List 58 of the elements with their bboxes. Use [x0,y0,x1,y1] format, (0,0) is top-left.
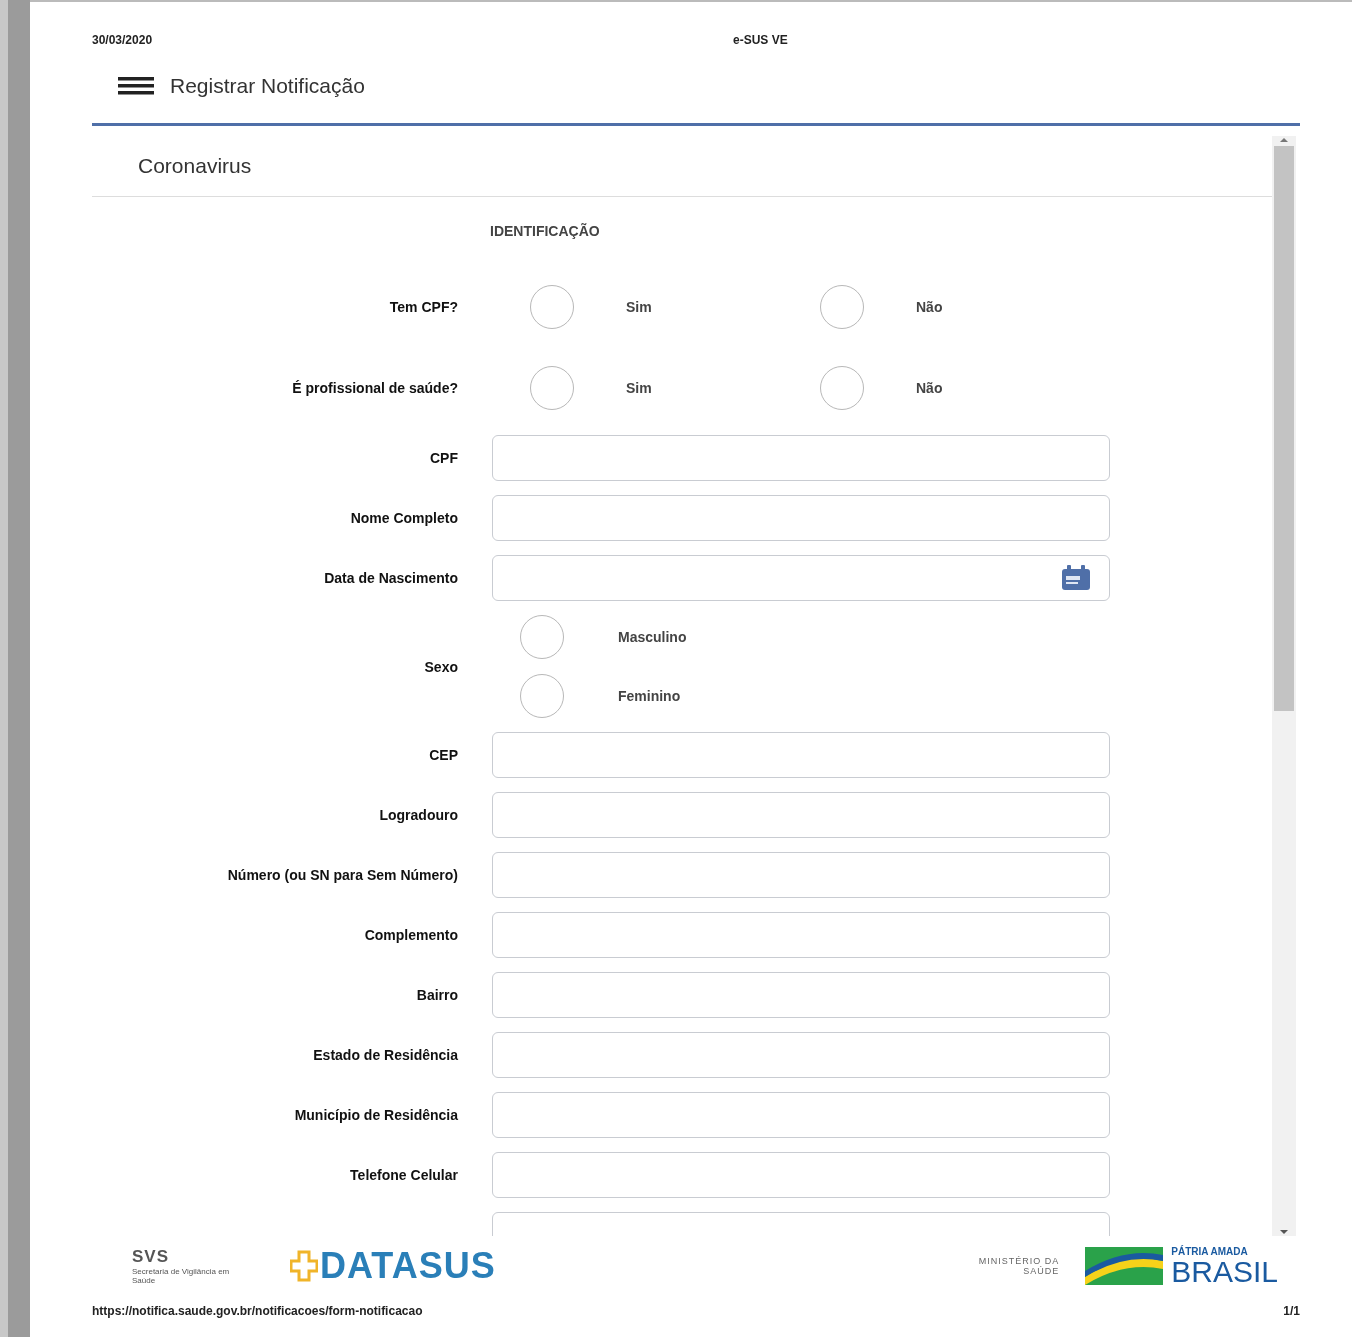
field-label: Data de Nascimento [324,570,458,586]
date-field[interactable] [492,555,1110,601]
brasil-logo: BRASIL [1171,1256,1278,1287]
field-label: Logradouro [379,807,458,823]
field-label: Município de Residência [294,1107,458,1123]
menu-icon[interactable] [118,76,154,95]
cross-icon [290,1250,318,1282]
input-field[interactable] [492,1152,1110,1198]
input-field[interactable] [492,972,1110,1018]
option-label: Não [916,379,943,396]
input-field[interactable] [492,912,1110,958]
radio-button[interactable] [520,674,564,718]
input-field[interactable] [492,852,1110,898]
field-label: Nome Completo [350,510,458,526]
app-bar-title: Registrar Notificação [170,73,365,98]
field-label: Bairro [416,987,458,1003]
field-label: Tem CPF? [389,298,458,315]
input-field[interactable] [492,792,1110,838]
page-title: e-SUS VE [733,33,789,47]
input-field[interactable] [492,732,1110,778]
calendar-icon[interactable] [1061,565,1091,591]
scroll-down-icon[interactable] [1279,1228,1289,1236]
option-label: Feminino [618,688,681,704]
ministry-name: SAÚDE [1023,1266,1060,1276]
scrollbar[interactable] [1272,136,1296,1236]
option-label: Masculino [618,629,687,645]
input-field[interactable] [492,1092,1110,1138]
field-label: Sexo [424,658,458,675]
field-label: Número (ou SN para Sem Número) [227,867,458,883]
flag-icon [1085,1247,1164,1285]
input-field[interactable] [492,1032,1110,1078]
field-label: CPF [430,450,458,466]
section-heading: IDENTIFICAÇÃO [490,222,601,241]
field-label: Complemento [364,927,458,943]
radio-button[interactable] [820,365,864,410]
datasus-logo: DATASUS [320,1245,496,1287]
field-label: É profissional de saúde? [292,379,458,396]
option-label: Sim [626,379,652,396]
option-label: Sim [626,298,652,315]
input-field[interactable] [492,435,1110,481]
field-label: Telefone Celular [350,1167,458,1183]
field-label: CEP [429,747,458,763]
radio-button[interactable] [520,615,564,659]
brasil-motto: PÁTRIA AMADA [1171,1245,1249,1257]
page-number: 1/1 [1283,1304,1300,1318]
svs-name: Secretaria de Vigilância em Saúde [132,1267,231,1285]
option-label: Não [916,298,943,315]
scroll-up-icon[interactable] [1279,136,1289,144]
svs-logo: SVS [132,1247,171,1267]
print-date: 30/03/2020 [92,33,154,47]
radio-button[interactable] [820,284,864,329]
radio-button[interactable] [530,365,574,410]
page-url: https://notifica.saude.gov.br/notificacoes/form-notificacao [92,1304,423,1318]
field-label: Estado de Residência [313,1047,458,1063]
input-field[interactable] [492,495,1110,541]
radio-button[interactable] [530,284,574,329]
form-title: Coronavirus [138,154,252,178]
ministry-name: MINISTÉRIO DA [978,1256,1060,1266]
